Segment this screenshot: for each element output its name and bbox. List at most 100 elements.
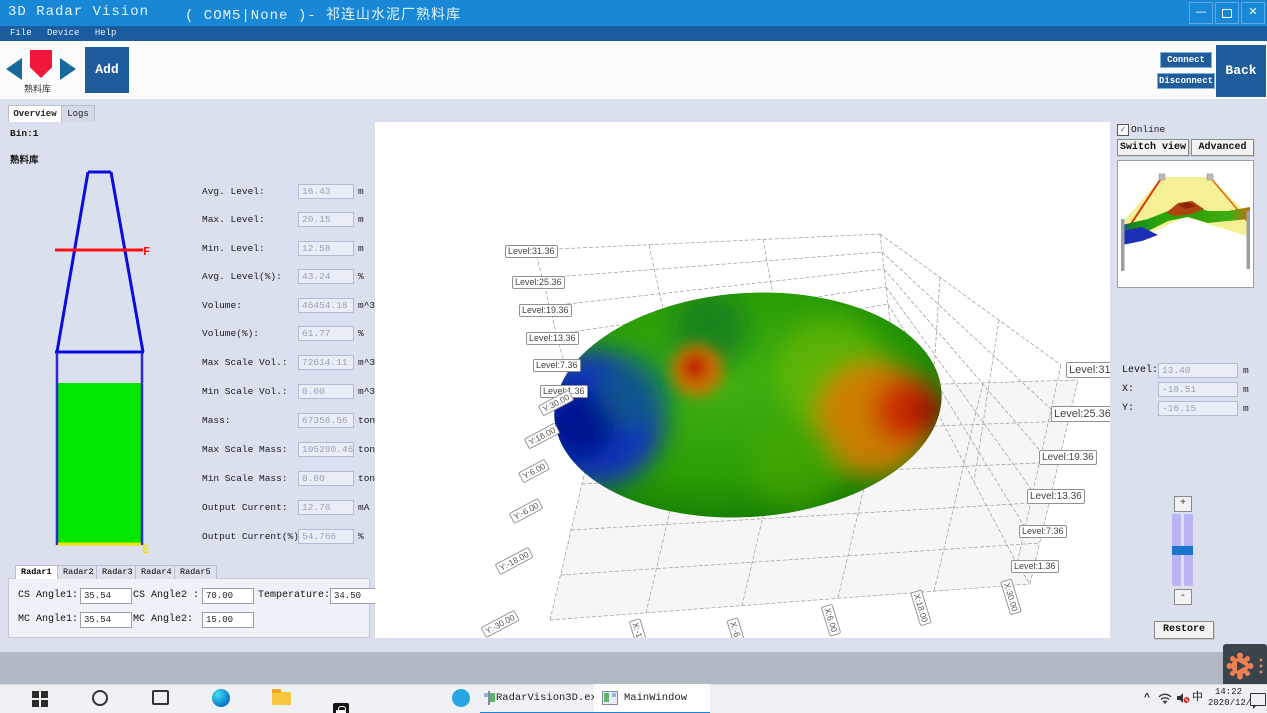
notification-center-icon[interactable] — [1250, 693, 1266, 713]
tab-radar5[interactable]: Radar5 — [174, 565, 217, 579]
taskbar-button-radarvision[interactable]: RadarVision3D.ex... — [480, 684, 604, 713]
connection-status: ( COM5|None )- 祁连山水泥厂熟料库 — [185, 4, 461, 24]
zoom-slider-handle[interactable] — [1172, 546, 1193, 555]
switch-view-button[interactable]: Switch view — [1117, 139, 1189, 156]
screen: 3D Radar Vision ( COM5|None )- 祁连山水泥厂熟料库… — [0, 0, 1267, 713]
recorder-widget[interactable] — [1223, 644, 1267, 688]
stat-label: Volume: — [202, 300, 242, 311]
restore-button[interactable] — [1215, 2, 1239, 24]
clock[interactable]: 14:22 2020/12/7 — [1208, 687, 1242, 713]
cs-angle2-field[interactable]: 70.00 — [202, 588, 254, 604]
add-button[interactable]: Add — [85, 47, 129, 93]
stat-unit: m — [358, 186, 364, 197]
level-label: Level:7.36 — [533, 359, 581, 372]
tray-expand-icon[interactable]: ^ — [1140, 684, 1154, 713]
zoom-in-button[interactable]: + — [1174, 496, 1192, 512]
menu-device[interactable]: Device — [47, 26, 79, 41]
restore-view-button[interactable]: Restore — [1154, 621, 1214, 639]
prev-bin-arrow-icon[interactable] — [6, 58, 22, 80]
stat-unit: ton — [358, 415, 375, 426]
stat-label: Min Scale Vol.: — [202, 386, 288, 397]
level-label: Level:13.36 — [526, 332, 579, 345]
stat-label: Volume(%): — [202, 328, 259, 339]
level-label: Level:7.36 — [1019, 525, 1067, 538]
ime-indicator[interactable]: 中 — [1192, 684, 1203, 713]
app-window-icon — [488, 691, 490, 705]
stat-label: Avg. Level: — [202, 186, 265, 197]
stat-label: Max. Level: — [202, 214, 265, 225]
stat-value: 43.24 — [298, 269, 354, 284]
stat-value: 0.00 — [298, 384, 354, 399]
taskbar-button-mainwindow[interactable]: MainWindow — [594, 684, 710, 713]
online-label: Online — [1131, 124, 1165, 135]
menu-help[interactable]: Help — [95, 26, 117, 41]
restore-icon — [1222, 9, 1232, 18]
cs-angle1-field[interactable]: 35.54 — [80, 588, 132, 604]
cursor-x-label: X: — [1122, 384, 1134, 395]
app-title: 3D Radar Vision — [8, 4, 149, 20]
stat-value: 0.00 — [298, 471, 354, 486]
edge-browser-icon[interactable] — [212, 689, 230, 707]
disconnect-button[interactable]: Disconnect — [1157, 73, 1215, 89]
silo-icon-label: 熟料库 — [24, 82, 51, 95]
stat-unit: m — [358, 243, 364, 254]
clock-time: 14:22 — [1208, 687, 1242, 698]
mc-angle1-field[interactable]: 35.54 — [80, 612, 132, 628]
level-label: Level:31.36 — [505, 245, 558, 258]
stat-value: 67358.56 — [298, 413, 354, 428]
minimize-button[interactable]: — — [1189, 2, 1213, 24]
temperature-label: Temperature: — [258, 590, 330, 601]
store-icon[interactable] — [333, 703, 349, 713]
cursor-level-label: Level: — [1122, 365, 1158, 376]
recorder-sun-icon — [1223, 644, 1267, 688]
level-label: Level:25.36 — [1051, 406, 1110, 422]
stat-unit: m^3 — [358, 300, 375, 311]
task-view-icon[interactable] — [152, 690, 169, 705]
stat-label: Min. Level: — [202, 243, 265, 254]
next-bin-arrow-icon[interactable] — [60, 58, 76, 80]
stat-unit: m^3 — [358, 386, 375, 397]
zoom-out-button[interactable]: - — [1174, 589, 1192, 605]
volume-muted-icon[interactable] — [1176, 692, 1190, 713]
silo-material-fill — [58, 383, 141, 543]
tab-radar4[interactable]: Radar4 — [135, 565, 178, 579]
stat-value: 16.43 — [298, 184, 354, 199]
cursor-y-unit: m — [1243, 403, 1249, 414]
search-icon[interactable] — [92, 690, 108, 706]
level-label: Level:25.36 — [512, 276, 565, 289]
mc-angle2-field[interactable]: 15.00 — [202, 612, 254, 628]
stat-value: 72614.11 — [298, 355, 354, 370]
menu-file[interactable]: File — [10, 26, 32, 41]
stat-unit: m — [358, 214, 364, 225]
taskbar-button-label: MainWindow — [624, 692, 687, 704]
stat-value: 12.58 — [298, 241, 354, 256]
start-icon[interactable] — [32, 691, 48, 707]
wifi-icon[interactable] — [1158, 692, 1172, 713]
stat-unit: % — [358, 531, 364, 542]
stat-unit: m^3 — [358, 357, 375, 368]
clock-date: 2020/12/7 — [1208, 698, 1242, 709]
close-button[interactable]: ✕ — [1241, 2, 1265, 24]
online-checkbox[interactable]: ✓ — [1117, 124, 1129, 136]
internet-explorer-icon[interactable] — [452, 689, 470, 707]
radar-groupbox — [8, 578, 370, 638]
section-view-thumbnail — [1117, 160, 1254, 288]
cursor-level-value: 13.40 — [1158, 363, 1238, 378]
level-label: Level:31.36 — [1066, 362, 1110, 378]
stat-value: 105290.46 — [298, 442, 354, 457]
connect-button[interactable]: Connect — [1160, 52, 1212, 68]
tab-radar3[interactable]: Radar3 — [96, 565, 139, 579]
level-label: Level:1.36 — [1011, 560, 1059, 573]
stat-value: 61.77 — [298, 326, 354, 341]
file-explorer-icon[interactable] — [272, 692, 291, 705]
stat-label: Output Current: — [202, 502, 288, 513]
surface-plot-3d[interactable]: Level:31.36 Level:25.36 Level:19.36 Leve… — [375, 122, 1110, 638]
cursor-y-value: -16.15 — [1158, 401, 1238, 416]
tab-radar2[interactable]: Radar2 — [57, 565, 100, 579]
tab-logs[interactable]: Logs — [61, 105, 95, 122]
back-button[interactable]: Back — [1216, 45, 1266, 97]
tab-radar1[interactable]: Radar1 — [15, 565, 58, 579]
tab-overview[interactable]: Overview — [8, 105, 62, 122]
advanced-button[interactable]: Advanced — [1191, 139, 1254, 156]
title-bar: 3D Radar Vision ( COM5|None )- 祁连山水泥厂熟料库… — [0, 0, 1267, 26]
